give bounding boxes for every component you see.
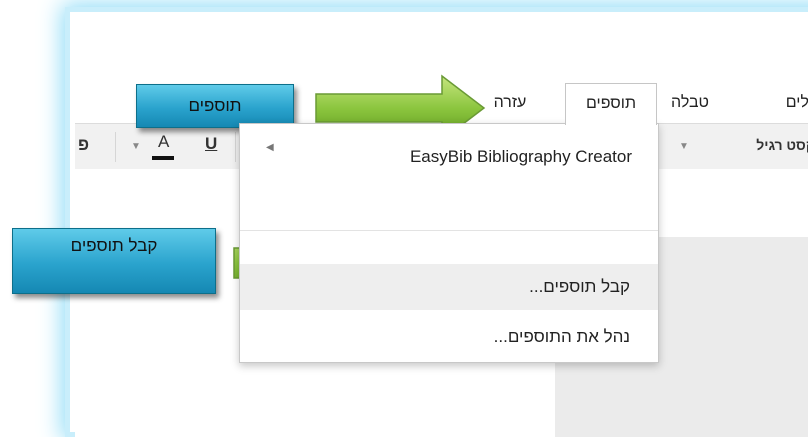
underline-button[interactable]: U bbox=[205, 134, 217, 154]
text-color-swatch bbox=[152, 156, 174, 160]
addons-dropdown-menu: ◀ EasyBib Bibliography Creator קבל תוספי… bbox=[239, 123, 659, 363]
callout-get-addons: קבל תוספים bbox=[12, 228, 216, 294]
menu-divider bbox=[240, 230, 658, 231]
menu-item-manage-addons[interactable]: נהל את התוספים... bbox=[240, 314, 658, 360]
menu-item-easybib[interactable]: EasyBib Bibliography Creator bbox=[240, 134, 658, 180]
menu-item-label: נהל את התוספים... bbox=[493, 327, 630, 346]
menu-item-label: קבל תוספים... bbox=[529, 277, 630, 296]
menu-help[interactable]: עזרה bbox=[480, 83, 540, 123]
chevron-down-icon[interactable]: ▼ bbox=[131, 141, 141, 152]
menu-item-get-addons[interactable]: קבל תוספים... bbox=[240, 264, 658, 310]
paragraph-style-select[interactable]: קסט רגיל bbox=[715, 137, 808, 153]
menu-item-label: EasyBib Bibliography Creator bbox=[409, 147, 632, 166]
menu-table[interactable]: טבלה bbox=[660, 83, 720, 123]
menu-tools[interactable]: כלים bbox=[737, 83, 808, 123]
toolbar-separator bbox=[115, 132, 116, 162]
toolbar-truncated-button[interactable]: פ bbox=[78, 135, 89, 155]
callout-addons: תוספים bbox=[136, 84, 294, 128]
menu-addons[interactable]: תוספים bbox=[565, 83, 657, 125]
toolbar-separator bbox=[235, 132, 236, 162]
chevron-down-icon[interactable]: ▼ bbox=[679, 141, 689, 152]
text-color-button[interactable]: A bbox=[158, 132, 169, 152]
